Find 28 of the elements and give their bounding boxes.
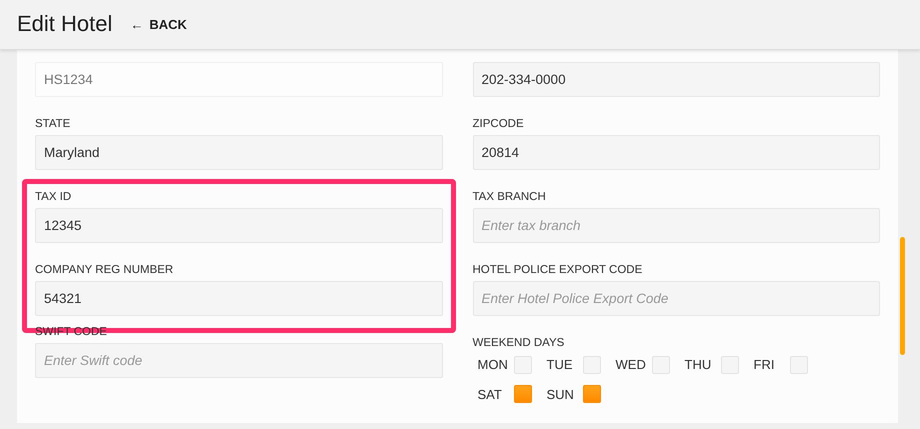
- checkbox[interactable]: [514, 385, 532, 404]
- day-label: TUE: [546, 356, 574, 374]
- back-link[interactable]: ← BACK: [130, 14, 187, 34]
- scrollbar-thumb[interactable]: [900, 237, 905, 355]
- input-field[interactable]: Maryland: [35, 135, 442, 170]
- field-label: ZIPCODE: [472, 117, 525, 132]
- input-field[interactable]: Enter Hotel Police Export Code: [472, 281, 880, 316]
- day-label: WED: [616, 356, 644, 374]
- field-label: TAX BRANCH: [472, 190, 547, 205]
- arrow-icon: ←: [130, 14, 144, 34]
- field-label: STATE: [35, 117, 72, 132]
- field-label: TAX ID: [35, 190, 72, 205]
- input-field[interactable]: 202-334-0000: [472, 62, 880, 97]
- day-label: MON: [478, 356, 506, 374]
- checkbox[interactable]: [582, 385, 600, 404]
- field-label: HOTEL POLICE EXPORT CODE: [472, 263, 644, 278]
- field-label: COMPANY REG NUMBER: [35, 263, 174, 278]
- day-label: THU: [684, 356, 712, 374]
- input-field[interactable]: 12345: [35, 208, 442, 243]
- day-label: SAT: [478, 386, 503, 404]
- field-label: WEEKEND DAYS: [472, 336, 566, 351]
- input-field[interactable]: 54321: [35, 281, 442, 316]
- input-field[interactable]: Enter tax branch: [472, 208, 880, 243]
- day-label: FRI: [754, 356, 776, 374]
- input-field[interactable]: 20814: [472, 135, 880, 170]
- input-field[interactable]: Enter Swift code: [35, 343, 442, 378]
- day-label: SUN: [546, 386, 574, 404]
- page-title: Edit Hotel: [17, 11, 112, 38]
